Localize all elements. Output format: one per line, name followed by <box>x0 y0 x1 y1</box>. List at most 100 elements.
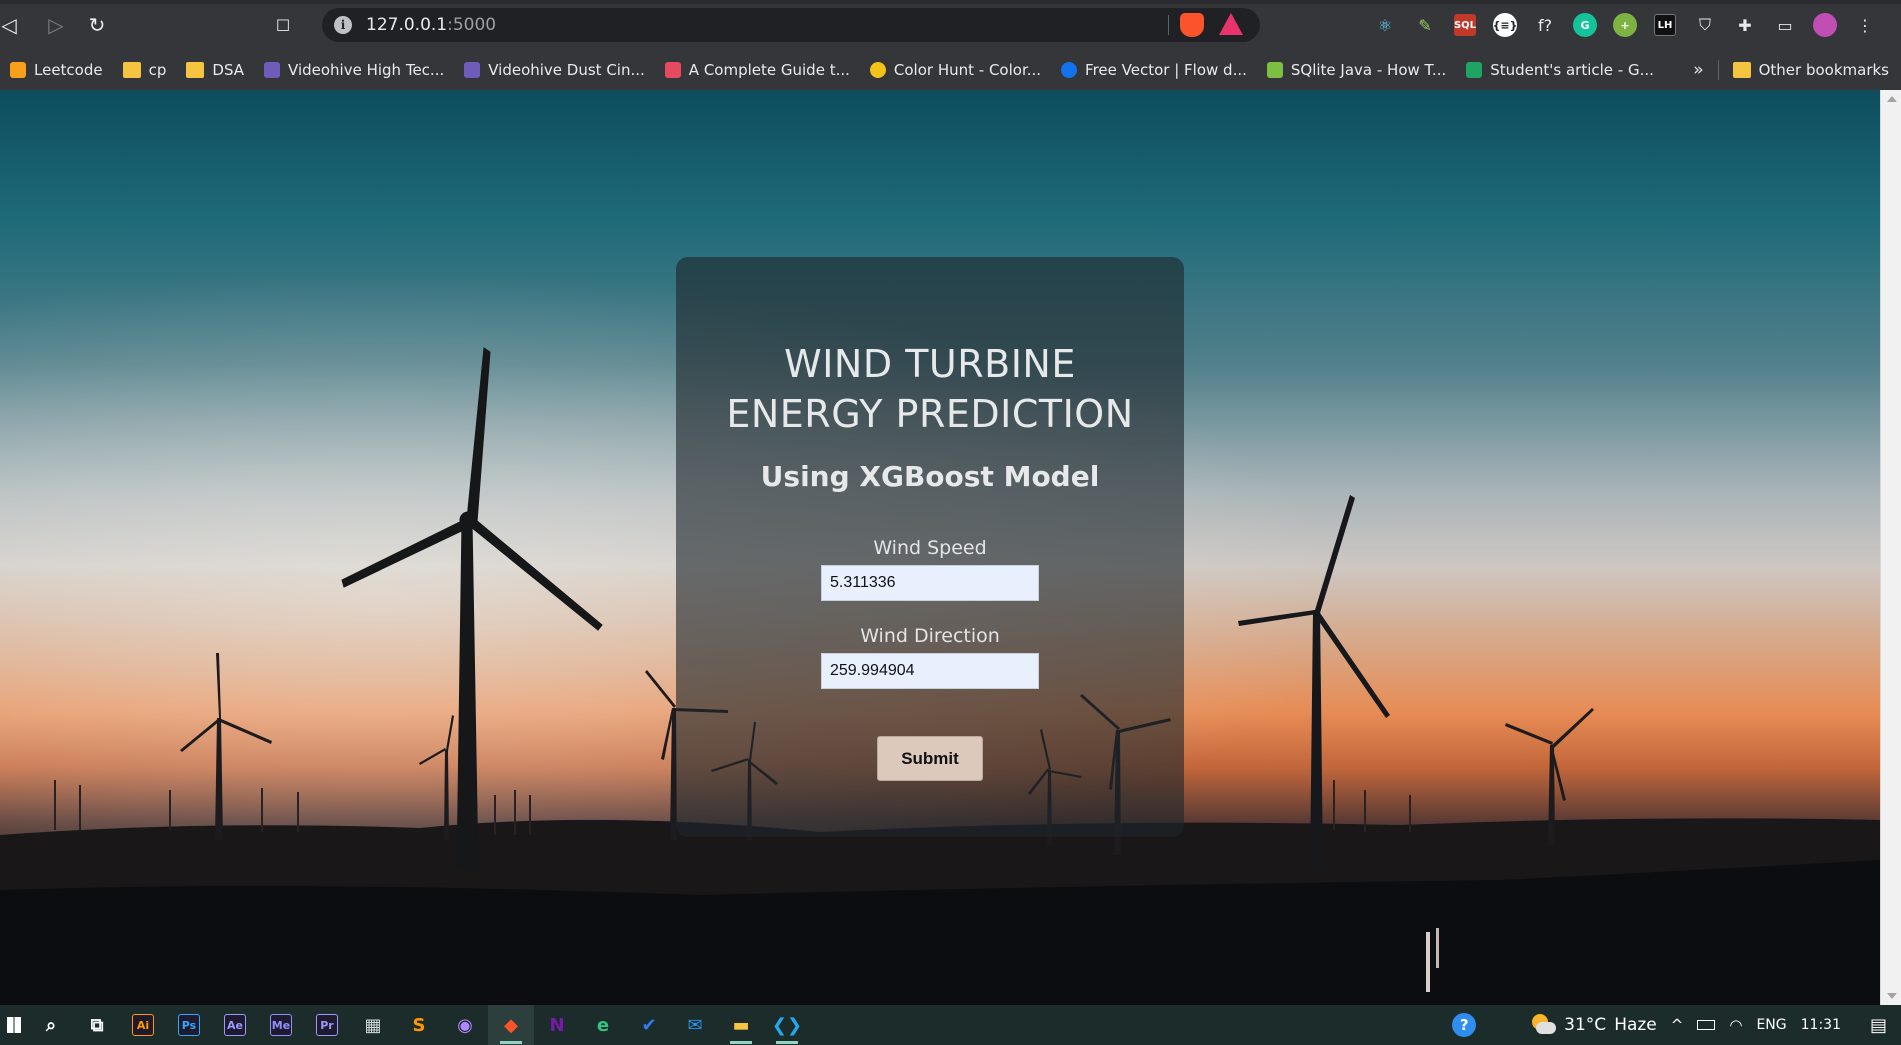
scroll-down-icon[interactable] <box>1887 993 1897 999</box>
bookmark-item[interactable]: A Complete Guide t... <box>655 55 860 85</box>
weather-condition: Haze <box>1614 1015 1657 1035</box>
clock[interactable]: 11:31 <box>1794 1017 1863 1033</box>
battery-icon[interactable] <box>1697 1020 1716 1030</box>
back-arrow-icon: ◁ <box>1 13 17 37</box>
wind-direction-input[interactable] <box>821 653 1039 689</box>
page-subtitle: Using XGBoost Model <box>760 460 1100 493</box>
weather-temperature: 31°C <box>1564 1015 1607 1035</box>
brave-rewards-icon[interactable] <box>1219 13 1243 35</box>
brave-browser-icon[interactable]: ◆ <box>488 1005 534 1045</box>
puzzle-extensions-icon-glyph: ✚ <box>1738 15 1752 35</box>
bookmark-label: DSA <box>212 61 245 79</box>
bookmark-item[interactable]: Free Vector | Flow d... <box>1051 55 1257 85</box>
mail-icon[interactable]: ✉ <box>672 1005 718 1045</box>
page-title: WIND TURBINE ENERGY PREDICTION <box>676 339 1184 439</box>
wind-speed-input[interactable] <box>821 565 1039 601</box>
bookmark-item[interactable]: Student's article - G... <box>1456 55 1664 85</box>
bookmarks-list: Leetcode cp DSA Videohive High Tec... Videoh… <box>0 55 1664 85</box>
prediction-card: WIND TURBINE ENERGY PREDICTION Using XGB… <box>676 257 1184 837</box>
lighthouse-icon-glyph: LH <box>1654 14 1676 36</box>
windows-taskbar: ⌕ ⧉ Ai Ps Ae Me Pr ▦ S ◉ ◆ Ne ✔ ✉ ▬ ❮❯ ? 31°C Haze ^ ◠ … <box>0 1005 1901 1045</box>
react-devtools-icon[interactable]: ⚛ <box>1370 10 1400 40</box>
help-glyph: ? <box>1452 1013 1477 1037</box>
formula-extension-icon[interactable]: f? <box>1530 10 1560 40</box>
address-bar[interactable]: i 127.0.0.1:5000 <box>322 8 1260 42</box>
github-desktop-icon-glyph: ◉ <box>457 1014 473 1036</box>
search-icon[interactable]: ⌕ <box>28 1005 74 1045</box>
illustrator-icon[interactable]: Ai <box>120 1005 166 1045</box>
json-formatter-icon[interactable]: {≡} <box>1490 10 1520 40</box>
vscode-icon[interactable]: ❮❯ <box>764 1005 810 1045</box>
puzzle-extensions-icon[interactable]: ✚ <box>1730 10 1760 40</box>
url-host: 127.0.0.1 <box>366 15 448 35</box>
url-text[interactable]: 127.0.0.1:5000 <box>366 15 496 35</box>
profile-avatar-icon[interactable] <box>1810 10 1840 40</box>
notification-center-icon[interactable]: ▤ <box>1863 1015 1901 1036</box>
bookmark-item[interactable]: Videohive High Tec... <box>254 55 454 85</box>
sql-extension-icon-glyph: SQL <box>1454 14 1476 36</box>
wallet-icon[interactable]: ▭ <box>1770 10 1800 40</box>
after-effects-icon[interactable]: Ae <box>212 1005 258 1045</box>
sublime-text-icon[interactable]: S <box>396 1005 442 1045</box>
wifi-icon[interactable]: ◠ <box>1722 1016 1749 1034</box>
calculator-icon[interactable]: ▦ <box>350 1005 396 1045</box>
bookmark-label: Videohive High Tec... <box>288 61 445 79</box>
lighthouse-icon[interactable]: LH <box>1650 10 1680 40</box>
media-encoder-icon[interactable]: Me <box>258 1005 304 1045</box>
task-view-icon[interactable]: ⧉ <box>74 1005 120 1045</box>
edge-icon-glyph: e <box>596 1014 610 1036</box>
back-button[interactable]: ◁ <box>0 7 18 43</box>
bookmark-page-button[interactable]: ☐ <box>265 7 301 43</box>
asterisk-icon <box>664 62 681 78</box>
page-scrollbar[interactable] <box>1880 90 1901 1005</box>
scroll-up-icon[interactable] <box>1887 96 1897 102</box>
start-button[interactable] <box>0 1005 28 1045</box>
github-desktop-icon[interactable]: ◉ <box>442 1005 488 1045</box>
bookmark-icon: ☐ <box>275 15 291 35</box>
json-formatter-icon-glyph: {≡} <box>1493 13 1517 37</box>
premiere-icon[interactable]: Pr <box>304 1005 350 1045</box>
bookmark-item[interactable]: cp <box>113 55 177 85</box>
grammarly-icon[interactable]: G <box>1570 10 1600 40</box>
reload-icon: ↻ <box>88 13 106 37</box>
photoshop-icon-glyph: Ps <box>178 1014 200 1036</box>
other-bookmarks-label: Other bookmarks <box>1758 61 1889 79</box>
reload-button[interactable]: ↻ <box>79 7 115 43</box>
brave-shields-icon[interactable] <box>1180 13 1204 37</box>
foreground-post <box>1436 928 1439 968</box>
bookmarks-right: » Other bookmarks <box>1693 50 1889 90</box>
grammarly-icon-glyph: G <box>1573 13 1597 37</box>
large-turbine-left <box>341 347 603 871</box>
menu-kebab-icon[interactable]: ⋮ <box>1850 10 1880 40</box>
bookmark-item[interactable]: SQlite Java - How T... <box>1257 55 1456 85</box>
bookmarks-overflow-button[interactable]: » <box>1693 60 1703 80</box>
forward-button[interactable]: ▷ <box>38 7 74 43</box>
onenote-icon[interactable]: N <box>534 1005 580 1045</box>
pen-extension-icon[interactable]: ✎ <box>1410 10 1440 40</box>
todo-icon-glyph: ✔ <box>641 1014 657 1036</box>
bookmark-item[interactable]: DSA <box>176 55 254 85</box>
file-explorer-icon[interactable]: ▬ <box>718 1005 764 1045</box>
todo-icon[interactable]: ✔ <box>626 1005 672 1045</box>
photoshop-icon[interactable]: Ps <box>166 1005 212 1045</box>
bookmark-item[interactable]: Videohive Dust Cin... <box>454 55 655 85</box>
language-indicator[interactable]: ENG <box>1749 1017 1793 1033</box>
add-extension-icon[interactable]: + <box>1610 10 1640 40</box>
title-line-1: WIND TURBINE <box>784 342 1076 386</box>
sql-extension-icon[interactable]: SQL <box>1450 10 1480 40</box>
folder-icon <box>186 62 205 78</box>
weather-widget[interactable]: 31°C Haze <box>1523 1014 1664 1036</box>
bookmark-item[interactable]: Leetcode <box>0 55 113 85</box>
bookmark-item[interactable]: Color Hunt - Color... <box>860 55 1051 85</box>
submit-button[interactable]: Submit <box>877 736 983 781</box>
extensions-area: ⚛ ✎ SQL {≡} f? G + LH ⛉ ✚ ▭ ⋮ <box>1370 0 1880 50</box>
edge-icon[interactable]: e <box>580 1005 626 1045</box>
other-bookmarks-folder[interactable]: Other bookmarks <box>1732 55 1889 85</box>
add-extension-icon-glyph: + <box>1613 13 1637 37</box>
bookmark-label: Videohive Dust Cin... <box>488 61 645 79</box>
shield-extension-icon[interactable]: ⛉ <box>1690 10 1720 40</box>
weather-icon <box>1530 1014 1557 1036</box>
site-info-icon[interactable]: i <box>334 16 352 34</box>
show-hidden-icons-button[interactable]: ^ <box>1664 1016 1691 1034</box>
help-icon[interactable]: ? <box>1445 1013 1483 1037</box>
